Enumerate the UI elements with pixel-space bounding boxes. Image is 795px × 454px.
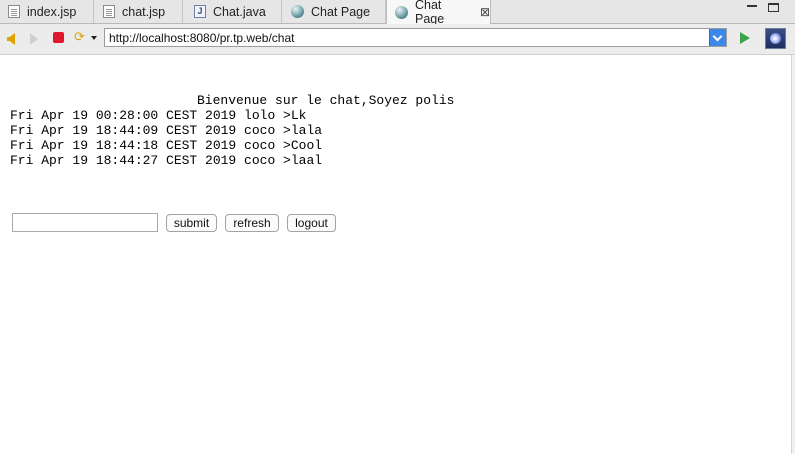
back-arrow-icon[interactable] [7, 33, 15, 45]
go-icon[interactable] [740, 32, 750, 44]
chat-page: Bienvenue sur le chat,Soyez polis Fri Ap… [0, 55, 795, 454]
refresh-icon[interactable]: ⟳ [74, 30, 88, 44]
maximize-icon[interactable] [768, 3, 779, 12]
jsp-file-icon [8, 5, 20, 18]
forward-arrow-icon[interactable] [30, 33, 38, 45]
submit-button[interactable]: submit [166, 214, 217, 232]
scrollbar-edge [791, 55, 795, 454]
globe-icon [291, 5, 304, 18]
tab-label: Chat Page [311, 4, 371, 19]
tab-label: chat.jsp [122, 4, 166, 19]
logout-button[interactable]: logout [287, 214, 336, 232]
message-item: Fri Apr 19 00:28:00 CEST 2019 lolo >Lk [10, 108, 307, 123]
tab-chat-jsp[interactable]: chat.jsp [94, 0, 183, 23]
tab-chat-java[interactable]: J Chat.java [183, 0, 282, 23]
jsp-file-icon [103, 5, 115, 18]
chevron-down-icon[interactable] [91, 36, 97, 40]
tab-label: index.jsp [27, 4, 77, 19]
message-item: Fri Apr 19 18:44:09 CEST 2019 coco >lala [10, 123, 323, 138]
editor-tab-bar: index.jsp chat.jsp J Chat.java Chat Page… [0, 0, 795, 26]
java-file-icon: J [194, 5, 206, 18]
tab-chat-page[interactable]: Chat Page [282, 0, 386, 23]
message-input[interactable] [12, 213, 158, 232]
message-item: Fri Apr 19 18:44:27 CEST 2019 coco >laal [10, 153, 323, 168]
refresh-button[interactable]: refresh [225, 214, 279, 232]
tab-chat-page-active[interactable]: Chat Page ⊠ [386, 0, 491, 26]
message-item: Fri Apr 19 18:44:18 CEST 2019 coco >Cool [10, 138, 323, 153]
history-dropdown-icon[interactable] [709, 29, 726, 46]
url-input[interactable] [105, 29, 714, 46]
welcome-heading: Bienvenue sur le chat,Soyez polis [197, 93, 455, 108]
stop-icon[interactable] [53, 32, 64, 43]
close-tab-icon[interactable]: ⊠ [480, 5, 490, 19]
tab-label: Chat Page [415, 0, 445, 26]
address-bar [104, 28, 727, 47]
eclipse-icon[interactable] [765, 28, 786, 49]
tab-label: Chat.java [213, 4, 266, 19]
minimize-icon[interactable] [747, 5, 757, 7]
globe-icon [395, 5, 408, 19]
tab-index-jsp[interactable]: index.jsp [0, 0, 94, 23]
browser-toolbar: ⟳ [0, 24, 795, 55]
message-list: Fri Apr 19 00:28:00 CEST 2019 lolo >Lk F… [10, 108, 322, 168]
